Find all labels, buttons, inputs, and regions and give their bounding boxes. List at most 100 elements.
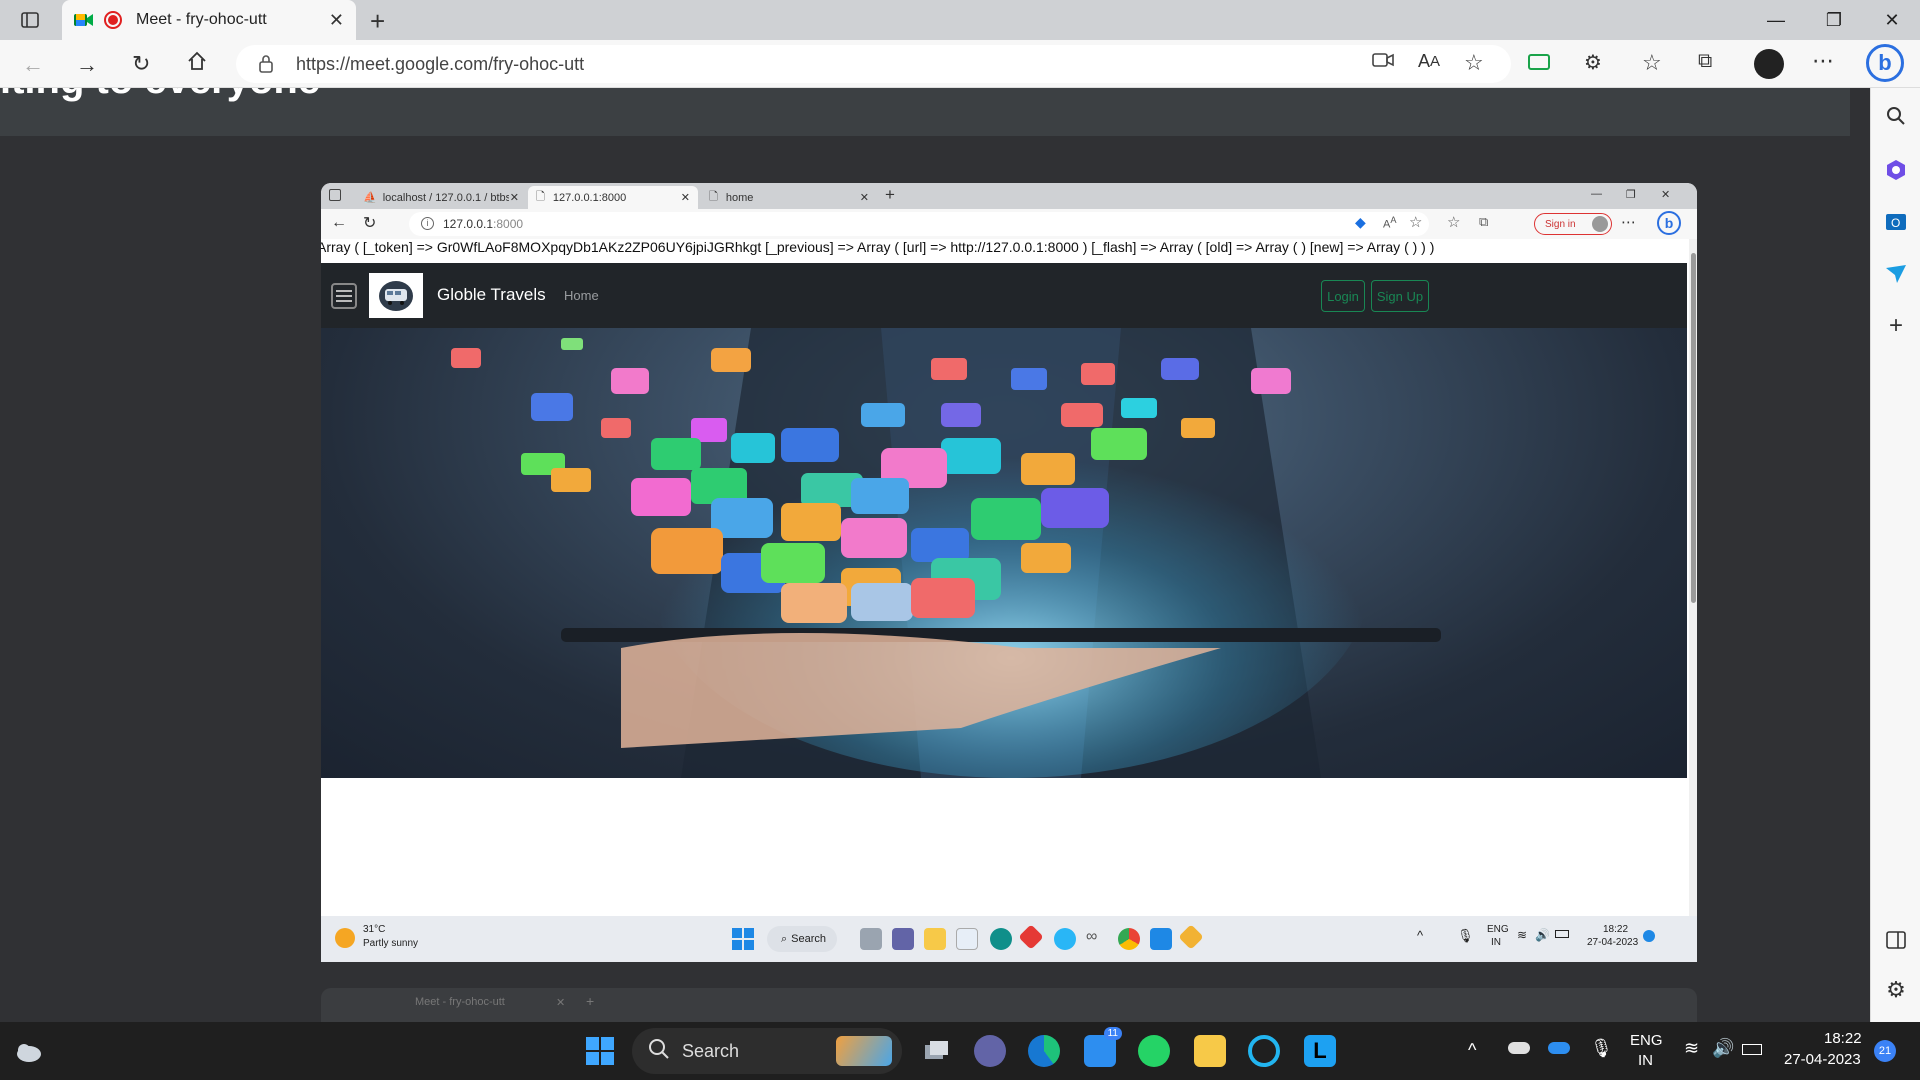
signup-button[interactable]: Sign Up (1371, 280, 1429, 312)
close-tab-icon[interactable]: ✕ (510, 191, 519, 204)
app-red-icon[interactable] (1018, 924, 1044, 950)
new-tab-icon[interactable]: + (885, 185, 895, 205)
new-tab-icon[interactable]: + (370, 6, 385, 37)
weather-icon[interactable] (12, 1035, 44, 1067)
edge-icon[interactable] (990, 928, 1012, 950)
battery-icon[interactable] (1555, 930, 1569, 938)
app-blue-icon[interactable] (1054, 928, 1076, 950)
collections-icon[interactable]: ⧉ (1479, 214, 1488, 230)
copilot-icon[interactable] (1884, 158, 1908, 182)
restore-icon[interactable]: ❐ (1806, 0, 1862, 40)
inner-tab-home[interactable]: 🗋 home ✕ (701, 186, 877, 209)
teams-icon[interactable] (892, 928, 914, 950)
mic-icon[interactable]: 🎙 (1590, 1038, 1613, 1059)
inner-tab-phpmyadmin[interactable]: ⛵ localhost / 127.0.0.1 / btbs / use ✕ (355, 186, 527, 209)
favorites-icon[interactable]: ☆ (1447, 213, 1460, 231)
bing-chat-icon[interactable]: b (1866, 44, 1904, 82)
search-icon[interactable] (1884, 104, 1908, 128)
wifi-icon[interactable]: ≋ (1684, 1038, 1699, 1059)
tray-chevron-icon[interactable]: ^ (1468, 1040, 1476, 1061)
signin-button[interactable]: Sign in (1534, 213, 1612, 235)
edge-icon[interactable] (1028, 1035, 1060, 1067)
app-l-icon[interactable]: L (1304, 1035, 1336, 1067)
mail-icon[interactable]: 11 (1084, 1027, 1122, 1067)
close-tab-icon[interactable]: ✕ (860, 191, 869, 204)
add-favorite-icon[interactable]: ☆ (1464, 50, 1484, 76)
tab-actions-icon[interactable] (20, 10, 40, 30)
add-favorite-icon[interactable]: ☆ (1409, 213, 1422, 231)
add-icon[interactable]: + (1884, 312, 1908, 339)
settings-icon[interactable]: ⚙ (1884, 977, 1908, 1002)
whatsapp-icon[interactable] (1138, 1035, 1170, 1067)
collections-icon[interactable]: ⧉ (1698, 50, 1712, 73)
start-icon[interactable] (732, 928, 754, 953)
cortana-icon[interactable] (1248, 1035, 1280, 1067)
inner-search-box[interactable]: ⌕ Search (767, 926, 837, 952)
taskbar-search[interactable]: Search (632, 1028, 902, 1074)
notification-badge[interactable]: 21 (1874, 1040, 1896, 1062)
tray-chevron-icon[interactable]: ^ (1417, 928, 1423, 943)
volume-icon[interactable]: 🔊 (1535, 928, 1550, 942)
tab-meet[interactable]: Meet - fry-ohoc-utt ✕ (62, 0, 356, 40)
outlook-icon[interactable]: O (1884, 210, 1908, 234)
task-view-icon[interactable] (860, 928, 882, 950)
file-explorer-icon[interactable] (1194, 1035, 1226, 1067)
onedrive-icon[interactable] (1508, 1042, 1530, 1054)
forward-icon[interactable]: → (76, 52, 98, 78)
clock-time[interactable]: 18:22 (1824, 1030, 1862, 1047)
menu-icon[interactable] (331, 283, 357, 309)
more-menu-icon[interactable]: ⋯ (1812, 48, 1834, 74)
git-icon[interactable] (1178, 924, 1204, 950)
restore-icon[interactable]: ❐ (1626, 188, 1636, 201)
vscode-icon[interactable] (1150, 928, 1172, 950)
more-menu-icon[interactable]: ⋯ (1621, 213, 1636, 231)
notification-icon[interactable] (1643, 930, 1655, 942)
url-input[interactable]: https://meet.google.com/fry-ohoc-utt (236, 45, 1511, 83)
refresh-icon[interactable]: ↻ (363, 213, 376, 233)
back-icon[interactable]: ← (22, 52, 44, 78)
home-icon[interactable] (186, 50, 208, 72)
battery-icon[interactable] (1742, 1044, 1762, 1055)
start-icon[interactable] (584, 1035, 616, 1067)
favorites-icon[interactable]: ☆ (1642, 50, 1662, 76)
profile-avatar[interactable] (1754, 49, 1784, 79)
inner-tab-localhost[interactable]: 🗋 127.0.0.1:8000 ✕ (528, 186, 698, 209)
file-explorer-icon[interactable] (924, 928, 946, 950)
scrollbar-thumb[interactable] (1691, 253, 1696, 603)
task-view-icon[interactable] (920, 1035, 952, 1067)
weather-icon[interactable] (335, 928, 355, 948)
extensions-icon[interactable]: ⚙ (1584, 50, 1602, 75)
chrome-icon[interactable] (1118, 928, 1140, 950)
wifi-icon[interactable]: ≋ (1517, 928, 1527, 942)
teams-icon[interactable] (974, 1035, 1006, 1067)
close-window-icon[interactable]: ✕ (1661, 188, 1670, 201)
nav-home-link[interactable]: Home (564, 288, 599, 303)
login-button[interactable]: Login (1321, 280, 1365, 312)
inner-tab-actions-icon[interactable] (329, 189, 341, 201)
read-aloud-icon[interactable]: AA (1418, 51, 1440, 72)
minimize-icon[interactable]: — (1748, 0, 1804, 40)
store-icon[interactable] (956, 928, 978, 950)
shield-icon[interactable]: ◆ (1355, 214, 1366, 231)
onedrive-blue-icon[interactable] (1548, 1042, 1570, 1054)
tv-icon[interactable] (1528, 52, 1550, 70)
app-infinity-icon[interactable]: ∞ (1086, 928, 1108, 950)
read-aloud-icon[interactable]: AA (1383, 215, 1396, 231)
close-window-icon[interactable]: ✕ (1864, 0, 1920, 40)
inner-url-input[interactable]: i 127.0.0.1:8000 (409, 212, 1429, 236)
bing-chat-icon[interactable]: b (1657, 211, 1681, 235)
minimize-icon[interactable]: — (1591, 188, 1602, 200)
refresh-icon[interactable]: ↻ (132, 51, 150, 77)
close-tab-icon[interactable]: ✕ (681, 191, 690, 204)
volume-icon[interactable]: 🔊 (1712, 1038, 1734, 1059)
close-tab-icon[interactable]: ✕ (329, 10, 344, 31)
brand-name[interactable]: Globle Travels (437, 285, 546, 305)
send-icon[interactable] (1884, 262, 1908, 286)
edge-sidebar: O + ⚙ (1870, 88, 1920, 1022)
sidebar-toggle-icon[interactable] (1884, 928, 1908, 952)
mic-icon[interactable]: 🎙 (1457, 928, 1474, 944)
camera-icon[interactable] (1372, 52, 1394, 68)
clock-date[interactable]: 27-04-2023 (1784, 1051, 1861, 1068)
back-icon[interactable]: ← (331, 214, 347, 232)
site-logo[interactable] (369, 273, 423, 318)
